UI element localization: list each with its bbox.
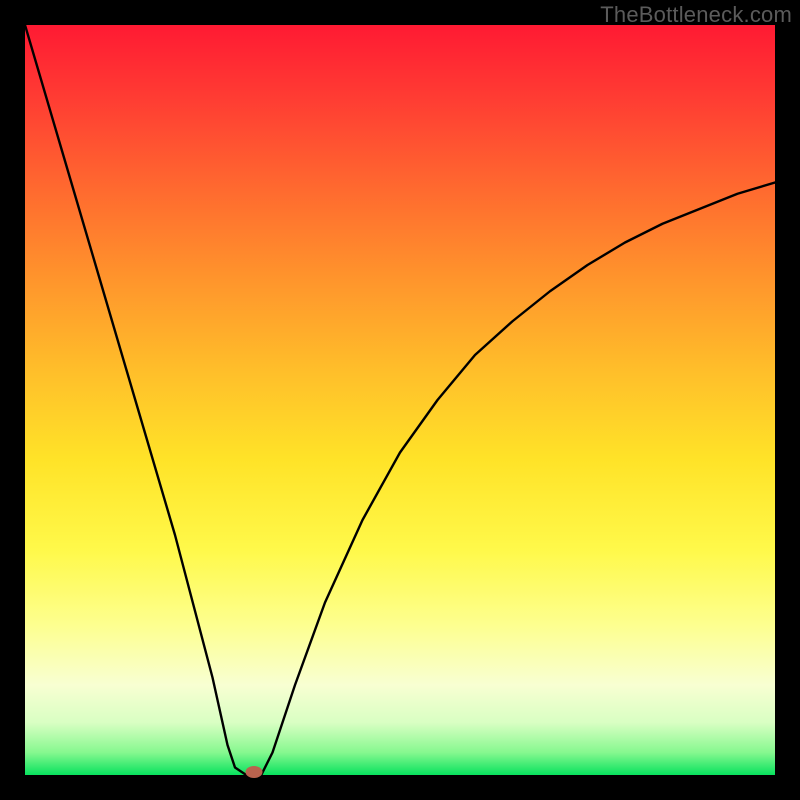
bottleneck-curve <box>25 25 775 775</box>
optimum-marker <box>245 766 262 778</box>
plot-area <box>25 25 775 775</box>
chart-frame <box>25 25 775 775</box>
